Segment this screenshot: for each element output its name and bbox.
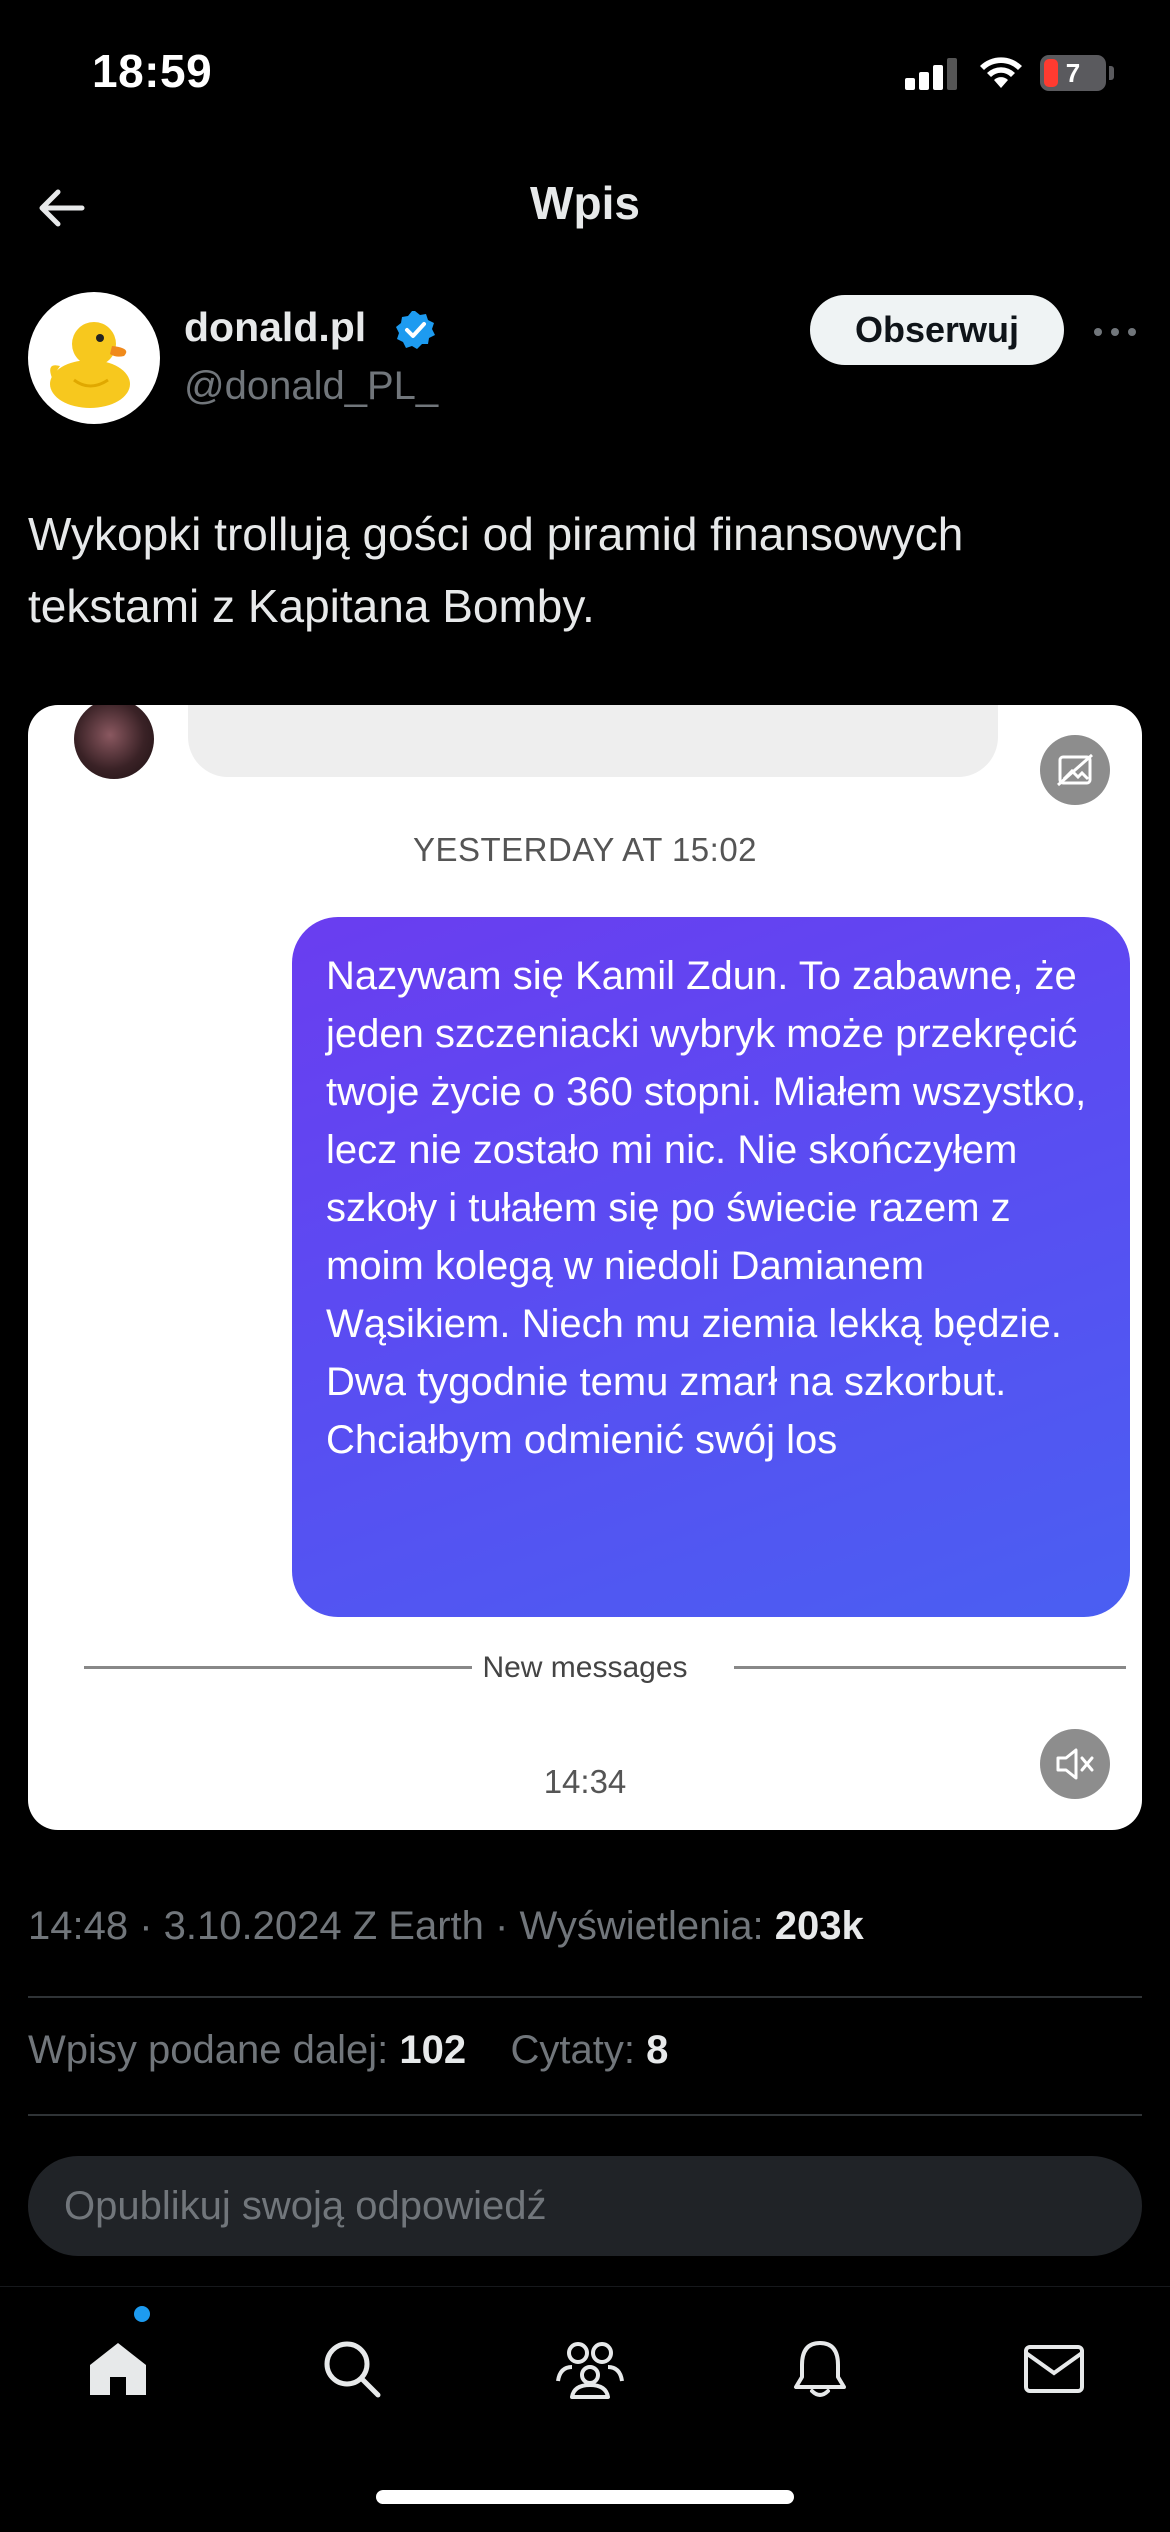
battery-tip	[1109, 66, 1114, 80]
tab-messages[interactable]	[1002, 2317, 1102, 2417]
message-bubble: Nazywam się Kamil Zdun. To zabawne, że j…	[292, 917, 1130, 1617]
author-handle[interactable]: @donald_PL_	[184, 364, 438, 409]
image-edit-icon[interactable]	[1040, 735, 1110, 805]
sender-avatar	[74, 705, 154, 779]
quotes-count: 8	[646, 2028, 669, 2072]
post-text: Wykopki trollują gości od piramid finans…	[28, 508, 964, 632]
post-stats: Wpisy podane dalej: 102 Cytaty: 8	[28, 2028, 668, 2073]
search-icon	[324, 2341, 381, 2398]
battery-level: 7	[1065, 58, 1081, 88]
divider	[28, 2114, 1142, 2116]
views-count: 203k	[774, 1904, 864, 1948]
divider-right	[734, 1666, 1126, 1669]
reposts-label: Wpisy podane dalej:	[28, 2028, 389, 2072]
tab-home[interactable]	[66, 2317, 166, 2417]
post-media[interactable]: YESTERDAY AT 15:02 Nazywam się Kamil Zdu…	[28, 705, 1142, 1830]
post-time: 14:48	[28, 1904, 129, 1948]
messages-icon	[1024, 2345, 1084, 2393]
battery-icon: 7	[1040, 55, 1106, 91]
more-options-icon[interactable]	[1090, 312, 1140, 352]
status-bar: 18:59 7	[0, 0, 1170, 140]
avatar[interactable]	[28, 292, 160, 424]
header: Wpis	[0, 140, 1170, 274]
message-text: Nazywam się Kamil Zdun. To zabawne, że j…	[326, 954, 1087, 1462]
post-source: Z Earth	[352, 1904, 484, 1948]
verified-badge-icon	[396, 311, 435, 349]
quotes-label: Cytaty:	[510, 2028, 636, 2072]
post-date: 3.10.2024	[163, 1904, 342, 1948]
status-time: 18:59	[92, 45, 213, 97]
arrow-left-icon[interactable]	[30, 176, 94, 240]
home-indicator	[376, 2490, 794, 2504]
reposts-stat[interactable]: Wpisy podane dalej: 102	[28, 2028, 466, 2072]
quotes-stat[interactable]: Cytaty: 8	[511, 2028, 669, 2072]
home-icon	[90, 2343, 146, 2395]
wifi-icon	[980, 57, 1022, 88]
divider	[28, 1996, 1142, 1998]
voice-message	[188, 705, 998, 777]
message-date-label: YESTERDAY AT 15:02	[412, 831, 758, 868]
tab-communities[interactable]	[534, 2317, 634, 2417]
notifications-icon	[794, 2341, 846, 2397]
tab-search[interactable]	[300, 2317, 400, 2417]
message-time: 14:34	[543, 1763, 627, 1800]
rubber-duck-icon	[50, 322, 130, 408]
page-title: Wpis	[530, 177, 640, 229]
tab-notifications[interactable]	[768, 2317, 868, 2417]
follow-button[interactable]: Obserwuj	[810, 295, 1064, 365]
communities-icon	[556, 2342, 624, 2399]
reposts-count: 102	[399, 2028, 467, 2072]
author-name[interactable]: donald.pl	[184, 304, 366, 351]
signal-icon	[905, 56, 961, 90]
home-notification-dot	[134, 2306, 150, 2322]
reply-input[interactable]	[28, 2156, 1142, 2256]
views-label: Wyświetlenia:	[519, 1904, 764, 1948]
reply-bar	[0, 2126, 1170, 2286]
post-meta: 14:48 · 3.10.2024 Z Earth · Wyświetlenia…	[28, 1904, 864, 1948]
